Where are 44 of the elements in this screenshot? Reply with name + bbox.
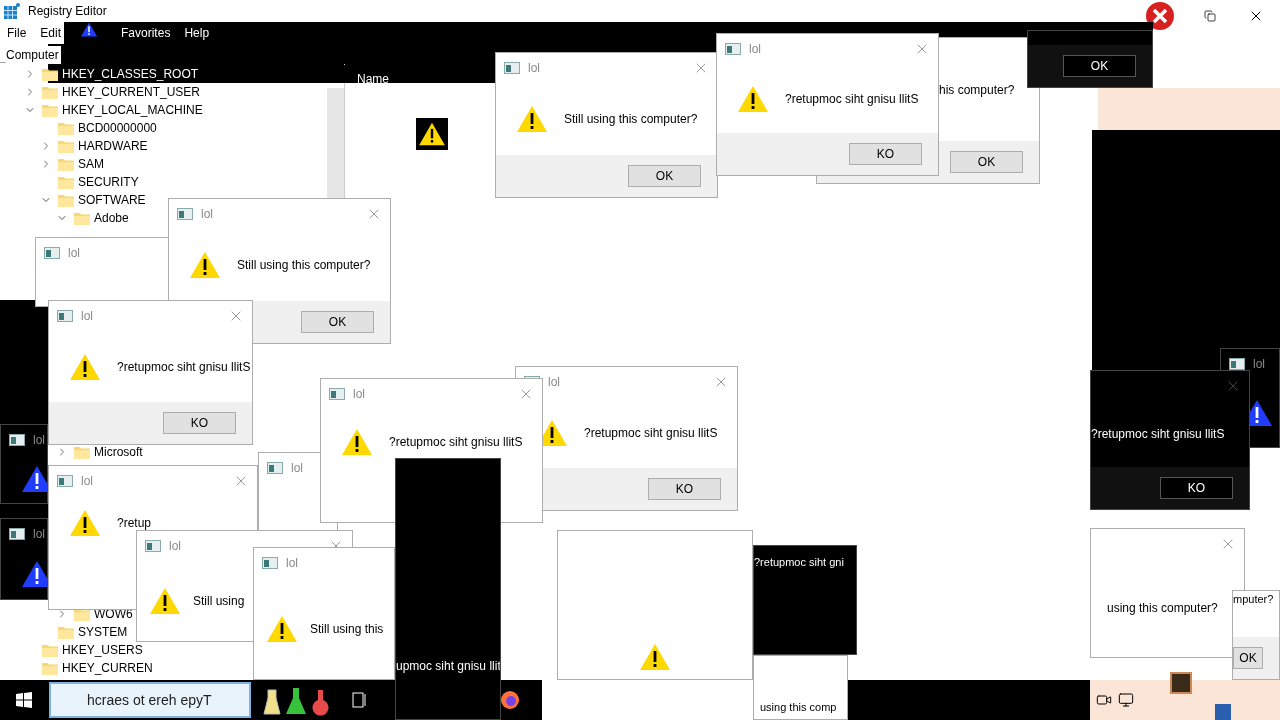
window-title: Registry Editor (28, 3, 107, 20)
dialog-message: mputer? (1233, 592, 1274, 607)
dialog-title: lol (33, 432, 45, 449)
dialog-title: lol (291, 460, 303, 477)
dialog-title: lol (528, 60, 540, 77)
dialog-message: using this computer? (1107, 600, 1218, 617)
dialog-message: ?retupmoc siht gnisu llitS (584, 424, 718, 442)
dialog-title: lol (81, 473, 93, 490)
tree-label: SOFTWARE (78, 192, 146, 209)
dialog-title: lol (81, 308, 93, 325)
tree-label: SYSTEM (78, 624, 128, 641)
dialog-message: upmoc siht gnisu llit (396, 658, 500, 675)
dialog-message: ?retup (117, 514, 152, 532)
dialog-title: lol (286, 555, 298, 572)
tree-label: HARDWARE (78, 138, 148, 155)
tree-label: SECURITY (78, 174, 139, 191)
dialog-message: his computer? (939, 81, 1015, 99)
dialog-title: lol (353, 386, 365, 403)
tree-label: HKEY_CLASSES_ROOT (62, 66, 199, 83)
dialog-title: lol (548, 374, 560, 391)
dialog-message: Still using this (310, 620, 384, 638)
tree-label: Microsoft (94, 444, 143, 461)
dialog-title: lol (33, 526, 45, 543)
tree-label: HKEY_CURRENT_USER (62, 84, 201, 101)
dialog-message: ?retupmoc siht gnisu llitS (785, 90, 919, 108)
dialog-message: ?retupmoc siht gnisu llitS (389, 434, 523, 451)
tree-label: HKEY_LOCAL_MACHINE (62, 102, 203, 119)
dialog-message: ?retupmoc siht gnisu llitS (117, 358, 251, 376)
tree-label: BCD00000000 (78, 120, 157, 137)
tree-label: Adobe (94, 210, 129, 227)
dialog-message: ?retupmoc siht gni (754, 555, 844, 570)
dialog-message: Still using this computer? (237, 257, 371, 274)
dialog-title: lol (749, 41, 761, 58)
dialog-title: lol (201, 206, 213, 223)
dialog-message: using this comp (760, 699, 837, 715)
dialog-message: Still using (193, 593, 245, 610)
dialog-message: ?retupmoc siht gnisu llitS (1091, 426, 1225, 443)
tree-label: SAM (78, 156, 104, 173)
dialog-message: Still using this computer? (564, 111, 698, 128)
tree-label: HKEY_CURREN (62, 660, 153, 677)
tree-label: HKEY_USERS (62, 642, 143, 659)
dialog-title: lol (1253, 356, 1265, 373)
dialog-title: lol (68, 245, 80, 262)
dialog-title: lol (169, 538, 181, 555)
